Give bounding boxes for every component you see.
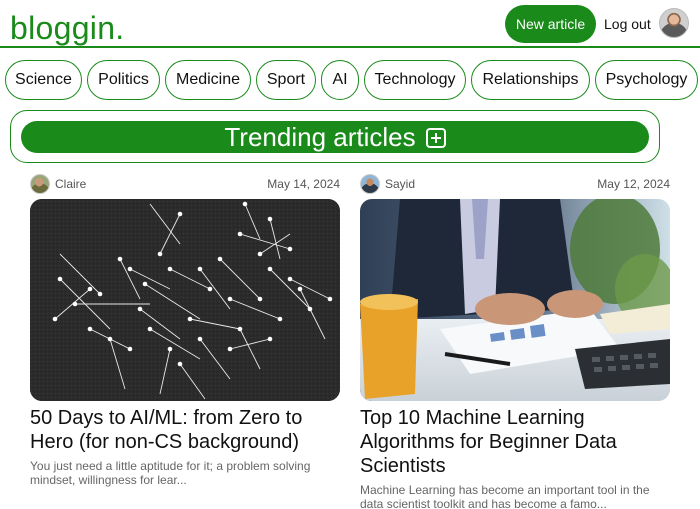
article-thumbnail[interactable] <box>360 199 670 401</box>
article-meta: Sayid May 12, 2024 <box>360 174 670 194</box>
network-pins-image <box>30 199 340 401</box>
article-card[interactable]: Claire May 14, 2024 50 Days to AI/ML: fr… <box>30 174 340 487</box>
office-desk-image <box>360 199 670 401</box>
article-title[interactable]: Top 10 Machine Learning Algorithms for B… <box>360 406 670 478</box>
user-avatar[interactable] <box>659 8 689 38</box>
category-medicine[interactable]: Medicine <box>165 60 251 100</box>
category-relationships[interactable]: Relationships <box>471 60 590 100</box>
article-excerpt: Machine Learning has become an important… <box>360 483 650 509</box>
trending-label: Trending articles <box>224 121 416 152</box>
category-sport[interactable]: Sport <box>256 60 316 100</box>
author-avatar <box>360 174 380 194</box>
article-card[interactable]: Sayid May 12, 2024 Top 10 Machine Learni… <box>360 174 670 509</box>
author-name[interactable]: Sayid <box>385 177 415 191</box>
author-avatar <box>30 174 50 194</box>
trending-articles-button[interactable]: Trending articles <box>21 121 649 153</box>
top-header: bloggin. New article Log out <box>0 0 700 48</box>
article-excerpt: You just need a little aptitude for it; … <box>30 459 311 487</box>
site-logo[interactable]: bloggin. <box>10 12 125 44</box>
category-science[interactable]: Science <box>5 60 82 100</box>
category-psychology[interactable]: Psychology <box>595 60 698 100</box>
new-article-button[interactable]: New article <box>505 5 596 43</box>
author-name[interactable]: Claire <box>55 177 86 191</box>
article-title[interactable]: 50 Days to AI/ML: from Zero to Hero (for… <box>30 406 340 454</box>
category-technology[interactable]: Technology <box>364 60 466 100</box>
logout-link[interactable]: Log out <box>604 16 651 32</box>
category-ai[interactable]: AI <box>321 60 359 100</box>
category-politics[interactable]: Politics <box>87 60 160 100</box>
article-meta: Claire May 14, 2024 <box>30 174 340 194</box>
article-date: May 12, 2024 <box>597 177 670 191</box>
plus-square-icon <box>425 128 446 148</box>
article-date: May 14, 2024 <box>267 177 340 191</box>
article-thumbnail[interactable] <box>30 199 340 401</box>
